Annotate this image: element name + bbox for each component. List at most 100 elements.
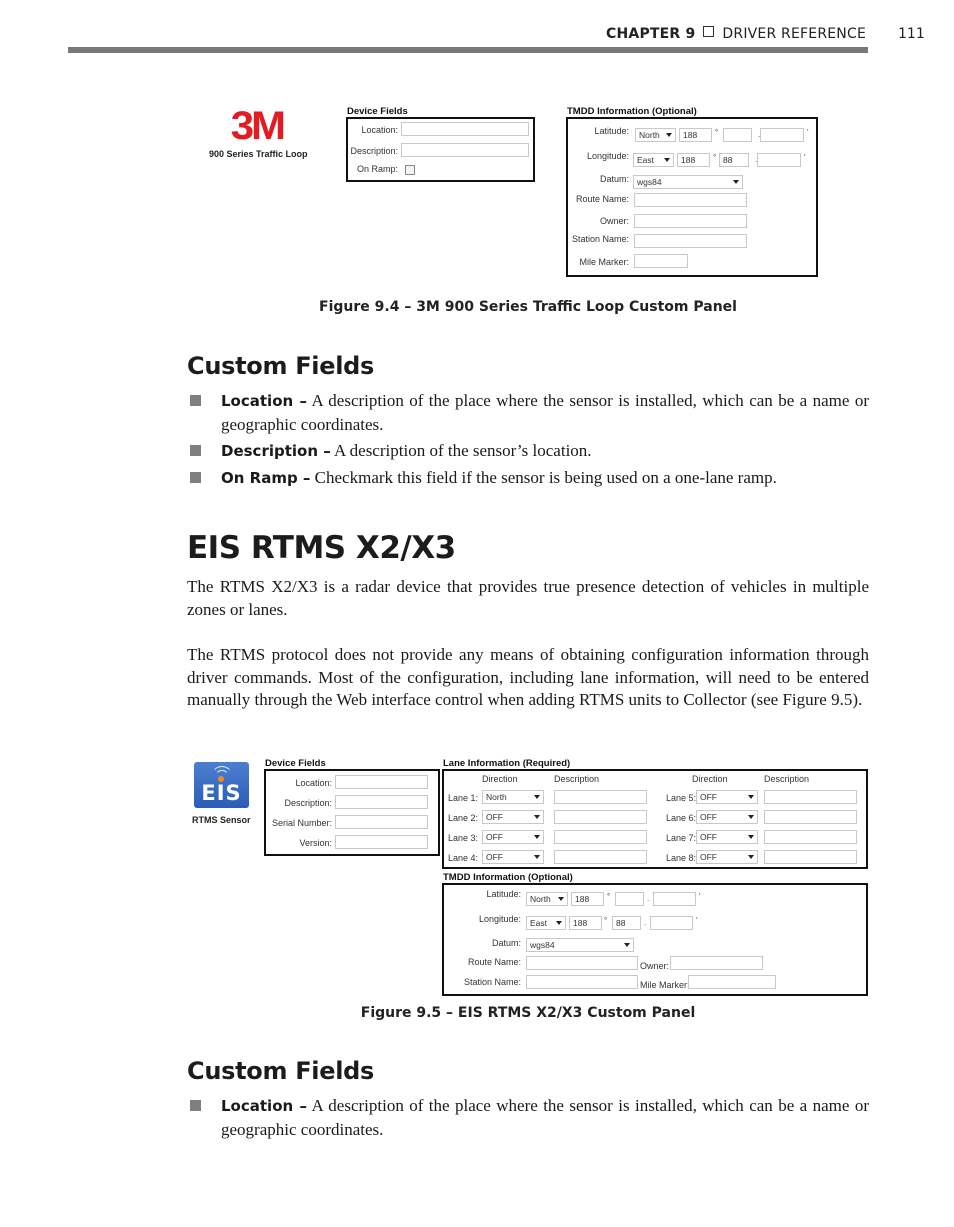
lane-description-input[interactable]: [764, 810, 857, 824]
figure-9-5-caption: Figure 9.5 – EIS RTMS X2/X3 Custom Panel: [360, 1005, 696, 1021]
lane-direction-select[interactable]: North: [482, 790, 544, 804]
datum-value: wgs84: [530, 940, 555, 950]
lane-direction-select[interactable]: OFF: [696, 810, 758, 824]
latitude-direction-select[interactable]: North: [526, 892, 568, 906]
bullet-term: Location –: [221, 392, 308, 410]
lane-direction-value: OFF: [700, 852, 717, 862]
datum-select[interactable]: wgs84: [633, 175, 743, 189]
owner-input[interactable]: [634, 214, 747, 228]
longitude-direction-select[interactable]: East: [633, 153, 674, 167]
owner-label: Owner:: [640, 961, 670, 971]
3m-logo: 3M: [230, 104, 286, 148]
longitude-seconds-input[interactable]: [650, 916, 693, 930]
station-name-label: Station Name:: [463, 977, 521, 987]
route-name-label: Route Name:: [467, 957, 521, 967]
eis-logo: EIS: [194, 762, 249, 808]
device-name: RTMS Sensor: [192, 815, 251, 825]
chapter-label: CHAPTER 9 DRIVER REFERENCE: [606, 26, 866, 42]
longitude-minutes-input[interactable]: 88: [612, 916, 641, 930]
latitude-seconds-input[interactable]: [653, 892, 696, 906]
lane-direction-value: OFF: [486, 812, 503, 822]
datum-select[interactable]: wgs84: [526, 938, 634, 952]
list-item: Location – A description of the place wh…: [187, 389, 869, 436]
location-input[interactable]: [335, 775, 428, 789]
lane-description-input[interactable]: [764, 790, 857, 804]
degree-symbol: °: [607, 892, 611, 901]
datum-label: Datum:: [599, 174, 629, 184]
device-fields-title: Device Fields: [265, 758, 326, 769]
minute-symbol: ': [699, 892, 701, 901]
lane-direction-select[interactable]: OFF: [696, 790, 758, 804]
latitude-minutes-input[interactable]: [723, 128, 752, 142]
longitude-label: Longitude:: [586, 151, 629, 161]
lane-description-input[interactable]: [554, 830, 647, 844]
datum-label: Datum:: [491, 938, 521, 948]
chevron-down-icon: [556, 921, 562, 925]
route-name-label: Route Name:: [575, 194, 629, 204]
longitude-direction-select[interactable]: East: [526, 916, 566, 930]
station-name-input[interactable]: [634, 234, 747, 248]
lane-direction-select[interactable]: OFF: [696, 850, 758, 864]
description-label: Description:: [350, 146, 398, 156]
latitude-seconds-input[interactable]: [760, 128, 804, 142]
mile-marker-input[interactable]: [634, 254, 688, 268]
route-name-input[interactable]: [526, 956, 638, 970]
lane-direction-value: OFF: [486, 832, 503, 842]
chevron-down-icon: [534, 855, 540, 859]
location-input[interactable]: [401, 122, 529, 136]
longitude-minutes-input[interactable]: 88: [719, 153, 749, 167]
bullet-term: Description –: [221, 442, 331, 460]
latitude-minutes-input[interactable]: [615, 892, 644, 906]
on-ramp-label: On Ramp:: [356, 164, 398, 174]
serial-number-input[interactable]: [335, 815, 428, 829]
longitude-degrees-input[interactable]: 188: [677, 153, 710, 167]
chevron-down-icon: [748, 795, 754, 799]
longitude-direction-value: East: [530, 918, 548, 928]
owner-label: Owner:: [599, 216, 629, 226]
chevron-down-icon: [664, 158, 670, 162]
latitude-direction-value: North: [530, 894, 551, 904]
chevron-down-icon: [624, 943, 630, 947]
latitude-degrees-input[interactable]: 188: [571, 892, 604, 906]
version-label: Version:: [299, 838, 332, 848]
lane-direction-select[interactable]: OFF: [482, 810, 544, 824]
device-name: 900 Series Traffic Loop: [209, 149, 308, 159]
latitude-direction-value: North: [639, 130, 660, 140]
lane-label: Lane 3:: [447, 833, 478, 843]
description-input[interactable]: [335, 795, 428, 809]
device-fields-panel: Location: Description: On Ramp:: [346, 117, 535, 182]
station-name-input[interactable]: [526, 975, 638, 989]
header-rule: [68, 47, 868, 53]
section-heading-custom-fields: Custom Fields: [187, 1057, 374, 1085]
station-name-label: Station Name:: [571, 234, 629, 244]
dot-separator: .: [644, 918, 647, 927]
location-label: Location:: [361, 125, 398, 135]
mile-marker-input[interactable]: [688, 975, 776, 989]
eis-intro-paragraph: The RTMS X2/X3 is a radar device that pr…: [187, 577, 869, 619]
lane-description-input[interactable]: [554, 850, 647, 864]
chevron-down-icon: [534, 795, 540, 799]
longitude-label: Longitude:: [478, 914, 521, 924]
eis-logo-text: EIS: [201, 781, 242, 805]
version-input[interactable]: [335, 835, 428, 849]
latitude-direction-select[interactable]: North: [635, 128, 676, 142]
route-name-input[interactable]: [634, 193, 747, 207]
minute-symbol: ': [804, 153, 806, 162]
lane-description-input[interactable]: [764, 830, 857, 844]
lane-description-input[interactable]: [554, 790, 647, 804]
lane-direction-value: OFF: [486, 852, 503, 862]
square-bullet-icon: [190, 1100, 201, 1111]
lane-description-input[interactable]: [554, 810, 647, 824]
on-ramp-checkbox[interactable]: [405, 165, 415, 175]
owner-input[interactable]: [670, 956, 763, 970]
lane-direction-select[interactable]: OFF: [696, 830, 758, 844]
tmdd-title: TMDD Information (Optional): [443, 872, 573, 883]
lane-description-input[interactable]: [764, 850, 857, 864]
lane-direction-select[interactable]: OFF: [482, 850, 544, 864]
longitude-seconds-input[interactable]: [757, 153, 801, 167]
lane-direction-select[interactable]: OFF: [482, 830, 544, 844]
description-input[interactable]: [401, 143, 529, 157]
longitude-degrees-input[interactable]: 188: [569, 916, 602, 930]
square-bullet-icon: [190, 395, 201, 406]
latitude-degrees-input[interactable]: 188: [679, 128, 712, 142]
